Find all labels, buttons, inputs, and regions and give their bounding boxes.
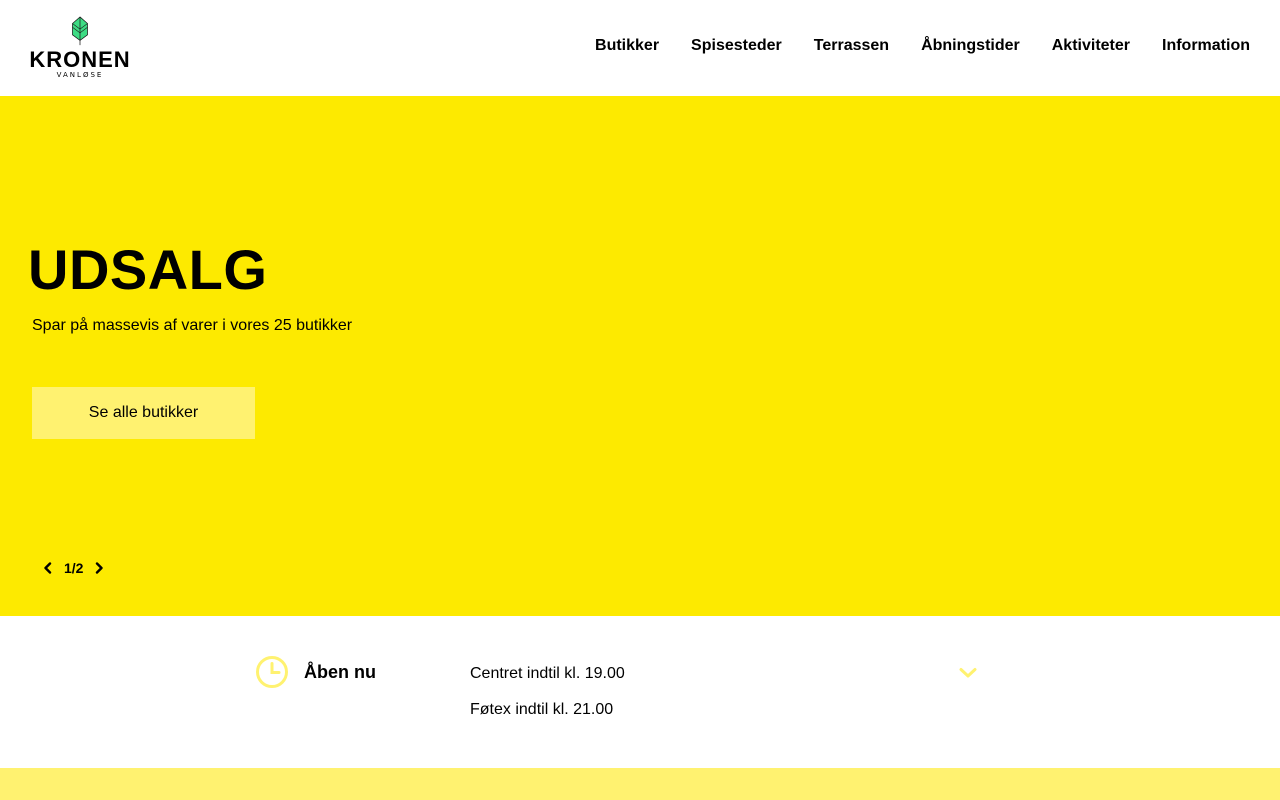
logo-subtitle: VANLØSE: [56, 71, 104, 79]
opening-hours: Åben nu Centret indtil kl. 19.00 Føtex i…: [0, 616, 1280, 768]
see-all-shops-button[interactable]: Se alle butikker: [32, 387, 255, 439]
nav-item-butikker[interactable]: Butikker: [595, 37, 659, 55]
chevron-left-icon[interactable]: [40, 560, 56, 576]
leaf-logo-icon: [72, 16, 88, 46]
footer-band: [0, 768, 1280, 800]
logo[interactable]: KRONEN VANLØSE: [29, 16, 131, 80]
logo-wordmark: KRONEN: [29, 47, 131, 72]
nav-item-terrassen[interactable]: Terrassen: [814, 37, 889, 55]
hero-title: UDSALG: [28, 238, 268, 301]
nav-item-aktiviteter[interactable]: Aktiviteter: [1052, 37, 1130, 55]
nav-item-information[interactable]: Information: [1162, 37, 1250, 55]
nav-item-spisesteder[interactable]: Spisesteder: [691, 37, 782, 55]
nav-item-abningstider[interactable]: Åbningstider: [921, 37, 1020, 55]
hours-line-fotex: Føtex indtil kl. 21.00: [470, 701, 614, 718]
chevron-down-icon[interactable]: [957, 664, 979, 682]
main-nav: Butikker Spisesteder Terrassen Åbningsti…: [595, 34, 1250, 58]
open-now-label: Åben nu: [304, 662, 376, 682]
hours-line-centre: Centret indtil kl. 19.00: [470, 665, 625, 682]
clock-icon: [256, 656, 288, 688]
hero-banner: UDSALG Spar på massevis af varer i vores…: [0, 96, 1280, 616]
slider-counter: 1/2: [64, 560, 84, 576]
slider-navigation: 1/2: [40, 558, 107, 578]
hero-text: Spar på massevis af varer i vores 25 but…: [32, 317, 353, 334]
chevron-right-icon[interactable]: [91, 560, 107, 576]
site-header: KRONEN VANLØSE Butikker Spisesteder Terr…: [0, 0, 1280, 96]
